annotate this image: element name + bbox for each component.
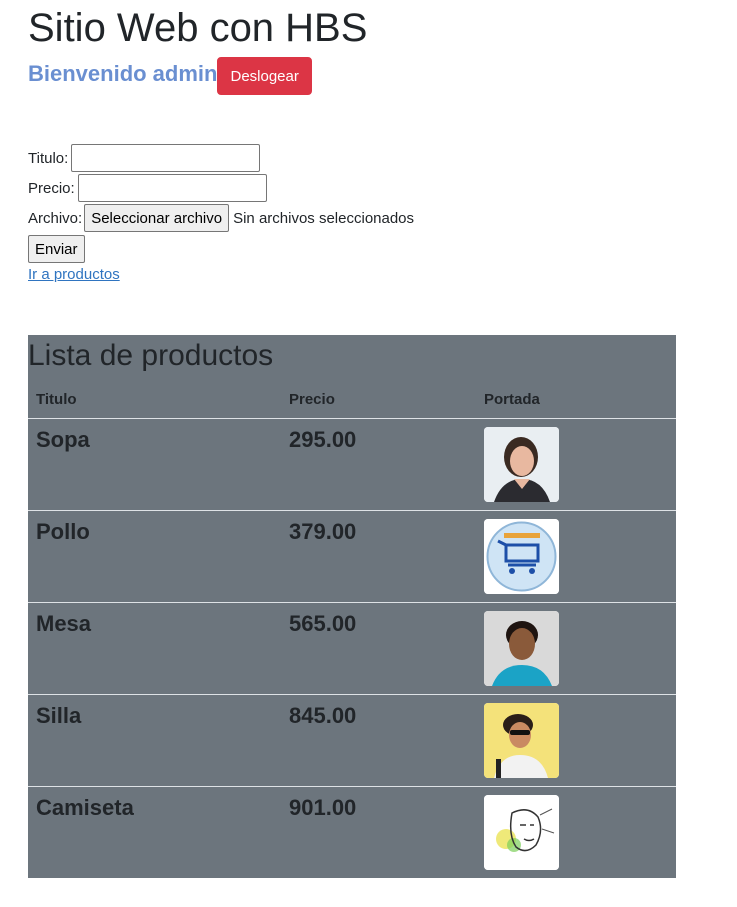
table-row: Silla 845.00 [28, 694, 676, 787]
archivo-label: Archivo: [28, 209, 83, 227]
precio-row: Precio: [28, 173, 414, 203]
cell-portada [476, 419, 676, 511]
man-sunglasses-image [484, 703, 559, 778]
products-table-card: Lista de productos Titulo Precio Portada… [28, 335, 676, 878]
precio-label: Precio: [28, 179, 75, 197]
select-file-button[interactable]: Seleccionar archivo [84, 204, 230, 232]
column-header-titulo: Titulo [28, 377, 281, 419]
welcome-row: Bienvenido admin Deslogear [28, 57, 312, 95]
submit-button[interactable]: Enviar [28, 235, 85, 263]
titulo-label: Titulo: [28, 149, 69, 167]
archivo-row: Archivo: Seleccionar archivo Sin archivo… [28, 203, 414, 233]
cell-portada [476, 786, 676, 878]
table-header-row: Titulo Precio Portada [28, 377, 676, 419]
table-row: Pollo 379.00 [28, 510, 676, 603]
precio-input[interactable] [77, 174, 267, 202]
cell-titulo: Pollo [28, 510, 281, 603]
cell-portada [476, 694, 676, 787]
page-title: Sitio Web con HBS [28, 6, 368, 50]
product-form: Titulo: Precio: Archivo: Seleccionar arc… [28, 143, 414, 283]
cell-portada [476, 510, 676, 603]
table-row: Mesa 565.00 [28, 602, 676, 695]
titulo-row: Titulo: [28, 143, 414, 173]
welcome-text: Bienvenido admin [28, 61, 218, 86]
column-header-precio: Precio [281, 377, 476, 419]
logout-button[interactable]: Deslogear [217, 57, 312, 95]
shopping-cart-logo-image [484, 519, 559, 594]
table-row: Camiseta 901.00 [28, 786, 676, 878]
file-status: Sin archivos seleccionados [233, 209, 415, 227]
titulo-input[interactable] [71, 144, 261, 172]
man-portrait-image [484, 611, 559, 686]
cell-titulo: Sopa [36, 427, 90, 452]
cell-portada [476, 602, 676, 695]
cell-precio: 901.00 [281, 786, 476, 878]
cell-precio: 295.00 [289, 427, 357, 452]
cell-titulo: Mesa [28, 602, 281, 695]
column-header-portada: Portada [476, 377, 676, 419]
sketch-face-image [484, 795, 559, 870]
cell-precio: 565.00 [281, 602, 476, 695]
woman-portrait-image [484, 427, 559, 502]
cell-titulo: Camiseta [28, 786, 281, 878]
cell-precio: 379.00 [281, 510, 476, 603]
products-table: Titulo Precio Portada Sopa 295.00 Pollo … [28, 377, 676, 878]
cell-precio: 845.00 [281, 694, 476, 787]
table-row: Sopa 295.00 [28, 419, 676, 511]
cell-titulo: Silla [28, 694, 281, 787]
products-link[interactable]: Ir a productos [28, 266, 414, 283]
products-title: Lista de productos [28, 339, 274, 372]
